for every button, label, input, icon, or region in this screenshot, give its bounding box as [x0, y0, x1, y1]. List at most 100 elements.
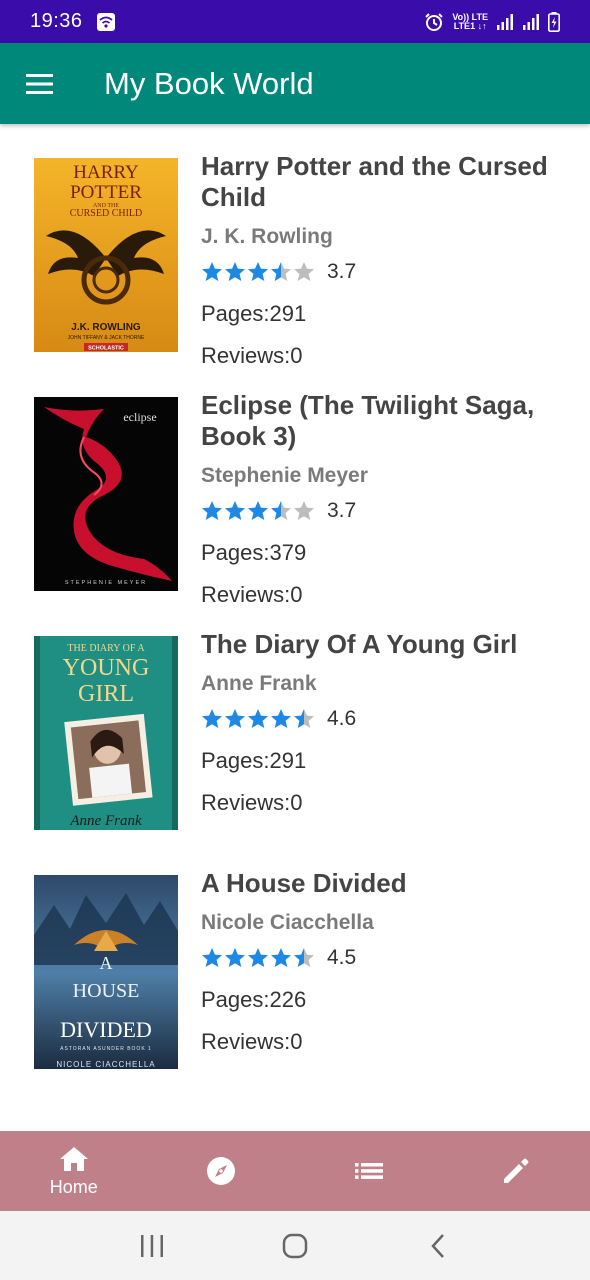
rating-value: 3.7 [327, 499, 357, 522]
star-icon [271, 501, 291, 520]
cover-text: J.K. ROWLING [71, 322, 141, 333]
back-button[interactable] [408, 1221, 468, 1271]
cover-text: THE DIARY OF A [67, 643, 145, 654]
cover-text: CURSED CHILD [70, 208, 143, 219]
battery-icon [548, 11, 560, 32]
star-icon [294, 709, 314, 728]
cover-text: YOUNG [63, 655, 150, 681]
wifi-icon [96, 12, 115, 31]
star-icon [225, 262, 245, 281]
book-title: Eclipse (The Twilight Saga, Book 3) [201, 390, 535, 451]
book-author: Stephenie Meyer [201, 464, 368, 487]
rating-stars [201, 947, 315, 969]
star-icon [202, 948, 222, 967]
rating-stars [201, 261, 315, 283]
home-circle-icon [282, 1233, 308, 1258]
book-card[interactable]: eclipse STEPHENIE MEYER Eclipse (The Twi… [0, 363, 590, 602]
network-label: Vo)) LTE LTE1 ↓↑ [452, 11, 488, 31]
star-icon [225, 501, 245, 520]
cover-text: SCHOLASTIC [88, 346, 124, 352]
cover-text: JOHN TIFFANY & JACK THORNE [68, 335, 145, 341]
nav-home[interactable]: Home [0, 1131, 148, 1211]
book-author: Anne Frank [201, 672, 317, 695]
cover-image: THE DIARY OF A YOUNG GIRL Anne Frank [34, 636, 178, 830]
book-card[interactable]: THE DIARY OF A YOUNG GIRL Anne Frank The… [0, 602, 590, 830]
star-icon [271, 948, 291, 967]
app-bar: My Book World [0, 43, 590, 124]
cover-text: POTTER [70, 182, 142, 203]
book-title: Harry Potter and the Cursed Child [201, 151, 548, 212]
cover-image: HARRY POTTER AND THE CURSED CHILD J.K. R… [34, 158, 178, 352]
signal-icon [523, 13, 539, 30]
book-reviews: Reviews:0 [201, 343, 303, 363]
book-card[interactable]: A HOUSE DIVIDED ASTORAN ASUNDER BOOK 1 N… [0, 841, 590, 1069]
rating-row: 3.7 [201, 259, 581, 285]
rating-value: 4.5 [327, 946, 357, 969]
cover-text: DIVIDED [60, 1017, 152, 1042]
cover-text: STEPHENIE MEYER [65, 580, 147, 586]
signal-icon [497, 13, 513, 30]
book-pages: Pages:291 [201, 301, 307, 326]
cover-text: NICOLE CIACCHELLA [56, 1060, 155, 1069]
rating-value: 4.6 [327, 707, 357, 730]
star-icon [294, 948, 314, 967]
rating-row: 4.5 [201, 945, 581, 971]
cover-text: HARRY [73, 162, 139, 183]
back-icon [431, 1233, 445, 1258]
menu-icon [26, 73, 53, 94]
book-reviews: Reviews:0 [201, 790, 303, 815]
book-reviews: Reviews:0 [201, 1029, 303, 1054]
book-author: Nicole Ciacchella [201, 911, 374, 934]
star-icon [225, 948, 245, 967]
list-icon [354, 1163, 383, 1179]
book-pages: Pages:379 [201, 540, 307, 565]
book-title: The Diary Of A Young Girl [201, 629, 518, 659]
cover-text: eclipse [123, 410, 156, 424]
rating-row: 3.7 [201, 498, 581, 524]
star-icon [248, 948, 268, 967]
book-title: A House Divided [201, 868, 407, 898]
cover-text: HOUSE [73, 980, 140, 1002]
menu-button[interactable] [0, 43, 80, 124]
star-icon [294, 501, 314, 520]
star-icon [248, 709, 268, 728]
status-time: 19:36 [30, 10, 83, 32]
book-cover: HARRY POTTER AND THE CURSED CHILD J.K. R… [34, 158, 178, 352]
status-bar: 19:36 Vo)) LTE LTE1 ↓↑ [0, 0, 590, 43]
star-icon [271, 262, 291, 281]
star-icon [271, 709, 291, 728]
star-icon [202, 501, 222, 520]
recents-button[interactable] [122, 1221, 182, 1271]
rating-value: 3.7 [327, 260, 357, 283]
alarm-icon [425, 12, 444, 31]
book-cover: eclipse STEPHENIE MEYER [34, 397, 178, 591]
book-cover: A HOUSE DIVIDED ASTORAN ASUNDER BOOK 1 N… [34, 875, 178, 1069]
cover-text: ASTORAN ASUNDER BOOK 1 [60, 1046, 152, 1052]
compass-icon [207, 1157, 236, 1185]
rating-stars [201, 500, 315, 522]
book-pages: Pages:226 [201, 987, 307, 1012]
rating-row: 4.6 [201, 706, 581, 732]
book-info: A House Divided Nicole Ciacchella 4.5 Pa… [201, 868, 581, 1080]
book-reviews: Reviews:0 [201, 582, 303, 602]
book-info: Eclipse (The Twilight Saga, Book 3) Step… [201, 390, 581, 602]
book-card[interactable]: HARRY POTTER AND THE CURSED CHILD J.K. R… [0, 124, 590, 363]
home-system-button[interactable] [265, 1221, 325, 1271]
nav-explore[interactable] [148, 1131, 296, 1211]
book-info: The Diary Of A Young Girl Anne Frank 4.6… [201, 629, 581, 841]
star-icon [225, 709, 245, 728]
star-icon [248, 262, 268, 281]
cover-text: GIRL [78, 681, 134, 707]
star-icon [202, 262, 222, 281]
nav-edit[interactable] [443, 1131, 590, 1211]
star-icon [202, 709, 222, 728]
system-navigation [0, 1211, 590, 1280]
book-list[interactable]: HARRY POTTER AND THE CURSED CHILD J.K. R… [0, 124, 590, 1131]
rating-stars [201, 708, 315, 730]
nav-list[interactable] [295, 1131, 443, 1211]
star-icon [248, 501, 268, 520]
cover-image: A HOUSE DIVIDED ASTORAN ASUNDER BOOK 1 N… [34, 875, 178, 1069]
book-cover: THE DIARY OF A YOUNG GIRL Anne Frank [34, 636, 178, 830]
star-icon [294, 262, 314, 281]
status-indicators: Vo)) LTE LTE1 ↓↑ [424, 11, 560, 32]
